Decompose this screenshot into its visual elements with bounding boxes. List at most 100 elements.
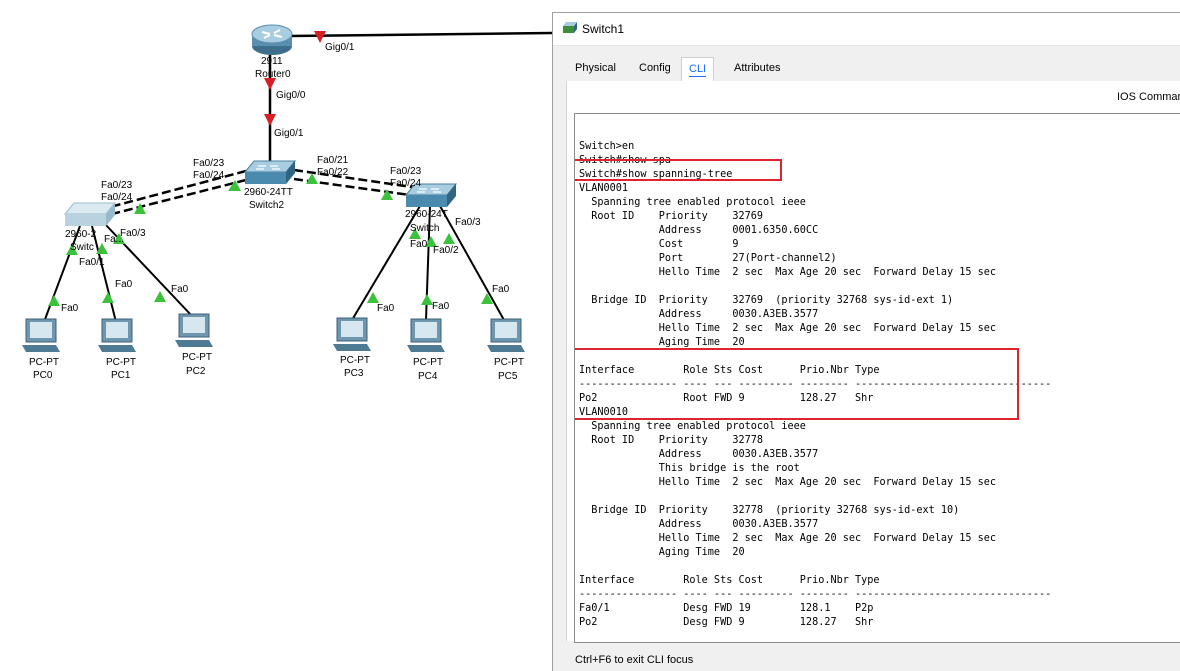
switch2-fa023-label: Fa0/23 <box>193 158 225 169</box>
cli-line: Hello Time 2 sec Max Age 20 sec Forward … <box>579 323 997 334</box>
cli-line: Port 27(Port-channel2) <box>579 253 837 264</box>
pc5-name-label: PC5 <box>498 371 518 382</box>
cli-line: Switch#show spanning-tree <box>579 169 733 180</box>
router-model-label: 2911 <box>261 56 283 67</box>
switch-app-icon <box>563 22 577 33</box>
pc0-type-label: PC-PT <box>29 357 59 368</box>
right-switch-name-label: Switch <box>410 223 440 234</box>
pc0-device[interactable] <box>22 318 62 359</box>
switch2-name-label: Switch2 <box>249 200 285 211</box>
pc1-name-label: PC1 <box>111 370 131 381</box>
left-switch-icon[interactable] <box>64 202 116 228</box>
pc3-name-label: PC3 <box>344 368 364 379</box>
cli-line: VLAN0001 <box>579 183 629 194</box>
pc1-port-label: Fa0 <box>115 279 133 290</box>
router-gig00-label: Gig0/0 <box>276 90 306 101</box>
cli-line: Bridge ID Priority 32769 (priority 32768… <box>579 295 954 306</box>
right-switch-fa03-label: Fa0/3 <box>455 217 481 228</box>
cli-line: Address 0030.A3EB.3577 <box>579 449 819 460</box>
pc3-icon <box>333 317 371 351</box>
right-switch-fa02-label: Fa0/2 <box>433 245 459 256</box>
router-icon[interactable] <box>251 22 293 56</box>
right-switch-fa023-label: Fa0/23 <box>390 166 422 177</box>
cli-line: Aging Time 20 <box>579 547 745 558</box>
pc5-type-label: PC-PT <box>494 357 524 368</box>
pc5-device[interactable] <box>487 318 527 359</box>
pc1-device[interactable] <box>98 318 138 359</box>
pc2-type-label: PC-PT <box>182 352 212 363</box>
tab-cli-underline <box>689 76 707 77</box>
tab-cli-label: CLI <box>689 63 707 75</box>
ios-command-title: IOS Command <box>1117 91 1180 103</box>
left-switch-fa023-label: Fa0/23 <box>101 180 133 191</box>
left-switch-fa03-label: Fa0/3 <box>120 228 146 239</box>
pc1-type-label: PC-PT <box>106 357 136 368</box>
pc0-icon <box>22 318 60 352</box>
router-name-label: Router0 <box>255 69 291 80</box>
window-titlebar[interactable]: Switch1 <box>553 13 1180 46</box>
cli-line: Hello Time 2 sec Max Age 20 sec Forward … <box>579 477 997 488</box>
cli-line: Address 0030.A3EB.3577 <box>579 309 819 320</box>
pc3-type-label: PC-PT <box>340 355 370 366</box>
cli-line: Root ID Priority 32769 <box>579 211 764 222</box>
pc2-name-label: PC2 <box>186 366 206 377</box>
pc4-type-label: PC-PT <box>413 357 443 368</box>
cli-line: Spanning tree enabled protocol ieee <box>579 197 806 208</box>
pc0-name-label: PC0 <box>33 370 53 381</box>
tab-cli[interactable]: CLI <box>681 57 715 81</box>
pc4-icon <box>407 318 445 352</box>
cli-console[interactable]: Switch>en Switch#show spa Switch#show span… <box>574 113 1180 643</box>
cli-line: ---------------- ---- --- --------- ----… <box>579 379 1052 390</box>
right-switch-model-label: 2960-24T <box>405 209 448 220</box>
cli-line: Hello Time 2 sec Max Age 20 sec Forward … <box>579 533 997 544</box>
pc4-device[interactable] <box>407 318 447 359</box>
cli-panel: IOS Command Switch>enSwitch#show spaSwit… <box>566 81 1180 643</box>
cli-line: VLAN0010 <box>579 407 629 418</box>
router-gig01-label: Gig0/1 <box>325 42 355 53</box>
cli-line: ---------------- ---- --- --------- ----… <box>579 589 1052 600</box>
cli-focus-hint: Ctrl+F6 to exit CLI focus <box>575 654 694 666</box>
pc3-port-label: Fa0 <box>377 303 395 314</box>
switch2-fa021-label: Fa0/21 <box>317 155 349 166</box>
switch2-icon[interactable] <box>244 160 296 186</box>
tab-attributes[interactable]: Attributes <box>727 57 787 79</box>
switch2-gig01-label: Gig0/1 <box>274 128 304 139</box>
cli-line: Spanning tree enabled protocol ieee <box>579 421 806 432</box>
switch2-fa024-label: Fa0/24 <box>193 170 225 181</box>
left-switch-model-label: 2960-2 <box>65 229 97 240</box>
cli-line: Fa0/1 Desg FWD 19 128.1 P2p <box>579 603 874 614</box>
cli-line: This bridge is the root <box>579 463 800 474</box>
cli-line: Bridge ID Priority 32778 (priority 32768… <box>579 505 960 516</box>
pc3-device[interactable] <box>333 317 373 358</box>
pc1-icon <box>98 318 136 352</box>
tab-config[interactable]: Config <box>632 57 678 79</box>
cli-line: Root ID Priority 32778 <box>579 435 764 446</box>
pc2-port-label: Fa0 <box>171 284 189 295</box>
cli-line: Aging Time 20 <box>579 337 745 348</box>
cli-line: Address 0001.6350.60CC <box>579 225 819 236</box>
cli-line: Po2 Root FWD 9 128.27 Shr <box>579 393 874 404</box>
pc5-port-label: Fa0 <box>492 284 510 295</box>
cli-line: Interface Role Sts Cost Prio.Nbr Type <box>579 575 880 586</box>
cli-line: Address 0030.A3EB.3577 <box>579 519 819 530</box>
pc0-port-label: Fa0 <box>61 303 79 314</box>
window-title: Switch1 <box>582 22 625 36</box>
pc2-device[interactable] <box>175 313 215 354</box>
pc4-name-label: PC4 <box>418 371 438 382</box>
cli-line: Cost 9 <box>579 239 739 250</box>
cli-line: Switch#show spa <box>579 155 672 166</box>
tab-physical[interactable]: Physical <box>568 57 623 79</box>
pc5-icon <box>487 318 525 352</box>
pc2-icon <box>175 313 213 347</box>
pc4-port-label: Fa0 <box>432 301 450 312</box>
switch2-fa022-label: Fa0/22 <box>317 167 349 178</box>
cli-line: Interface Role Sts Cost Prio.Nbr Type <box>579 365 880 376</box>
topology-canvas[interactable]: 2911 Router0 Gig0/1 Gig0/0 Gig0/1 Fa0/23… <box>0 0 552 670</box>
cli-line: Hello Time 2 sec Max Age 20 sec Forward … <box>579 267 997 278</box>
right-switch-fa0-label: Fa0 <box>410 239 428 250</box>
cli-line: Po2 Desg FWD 9 128.27 Shr <box>579 617 874 628</box>
switch1-window: Switch1 Physical Config CLI Attributes I… <box>552 12 1180 671</box>
left-switch-fa01-label: Fa0/1 <box>79 257 105 268</box>
right-switch-fa024-label: Fa0/24 <box>390 178 422 189</box>
left-switch-fa024-label: Fa0/24 <box>101 192 133 203</box>
